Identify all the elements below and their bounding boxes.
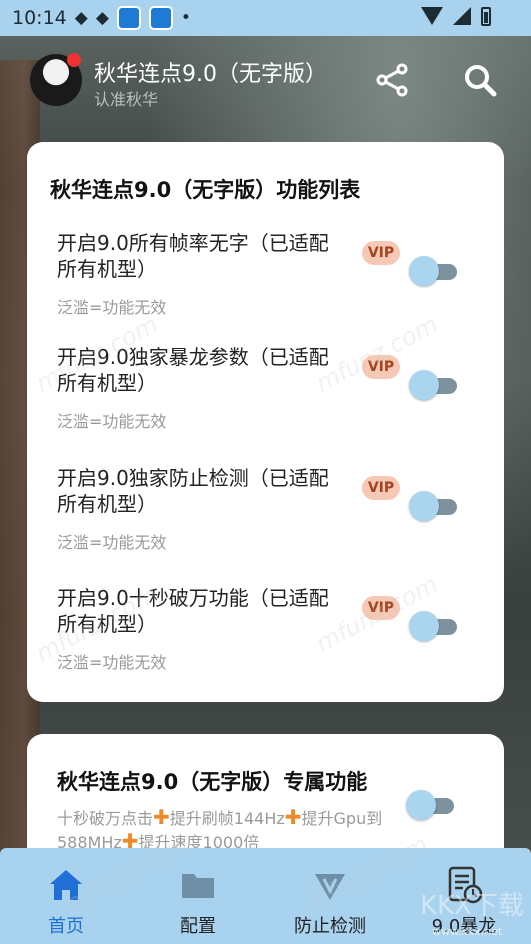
exclusive-title: 秋华连点9.0（无字版）专属功能 — [57, 770, 368, 794]
notification-app-icon — [148, 6, 173, 30]
plus-icon: ✚ — [284, 805, 302, 829]
feature-label: 开启9.0所有帧率无字（已适配所有机型） — [57, 231, 329, 281]
share-icon — [376, 63, 408, 97]
feature-toggle[interactable] — [409, 256, 457, 286]
desc-part: 提升刷帧144Hz — [169, 809, 285, 828]
desc-part: 十秒破万点击 — [57, 809, 154, 828]
nav-label: 配置 — [180, 916, 216, 937]
notification-diamond-icon: ◆ — [74, 8, 88, 28]
search-button[interactable] — [460, 60, 500, 100]
kkx-url-watermark: www.kkx.net — [432, 925, 503, 938]
feature-desc: 泛滥=功能无效 — [57, 653, 167, 672]
notification-diamond-icon: ◆ — [95, 8, 109, 28]
share-button[interactable] — [372, 60, 412, 100]
toggle-knob — [406, 790, 436, 820]
vip-badge: VIP — [362, 241, 400, 265]
notification-app-icon — [116, 6, 141, 30]
battery-icon — [481, 7, 491, 26]
nav-label: 防止检测 — [294, 916, 366, 937]
vip-badge: VIP — [362, 476, 400, 500]
app-subtitle: 认准秋华 — [94, 90, 159, 109]
notification-dot-icon: • — [180, 8, 191, 28]
avatar-badge-dot — [67, 53, 81, 67]
feature-list-title: 秋华连点9.0（无字版）功能列表 — [50, 178, 361, 202]
search-icon — [465, 65, 497, 97]
feature-item: 开启9.0独家防止检测（已适配所有机型） VIP 泛滥=功能无效 — [27, 465, 504, 585]
nav-label: 首页 — [48, 916, 84, 937]
feature-label: 开启9.0独家防止检测（已适配所有机型） — [57, 466, 329, 516]
feature-desc: 泛滥=功能无效 — [57, 533, 167, 552]
toggle-knob — [409, 256, 439, 286]
toggle-knob — [409, 491, 439, 521]
status-time: 10:14 — [12, 7, 67, 29]
feature-toggle[interactable] — [409, 491, 457, 521]
plus-icon: ✚ — [153, 805, 170, 829]
feature-desc: 泛滥=功能无效 — [57, 412, 167, 431]
toggle-knob — [409, 611, 439, 641]
toggle-knob — [409, 370, 439, 400]
app-header: 秋华连点9.0（无字版） 认准秋华 — [0, 36, 531, 122]
exclusive-desc: 十秒破万点击✚提升刷帧144Hz✚提升Gpu到588MHz✚提升速度1000倍 — [57, 806, 407, 854]
kkx-watermark: KKX下载 — [420, 891, 524, 921]
feature-toggle[interactable] — [409, 611, 457, 641]
feature-toggle[interactable] — [409, 370, 457, 400]
folder-icon — [182, 874, 214, 898]
signal-icon — [453, 7, 471, 25]
status-bar: 10:14 ◆ ◆ • — [0, 0, 531, 36]
app-title: 秋华连点9.0（无字版） — [94, 62, 327, 87]
wifi-icon — [421, 7, 443, 25]
feature-item: 开启9.0十秒破万功能（已适配所有机型） VIP 泛滥=功能无效 — [27, 585, 504, 705]
exclusive-toggle[interactable] — [406, 790, 454, 820]
